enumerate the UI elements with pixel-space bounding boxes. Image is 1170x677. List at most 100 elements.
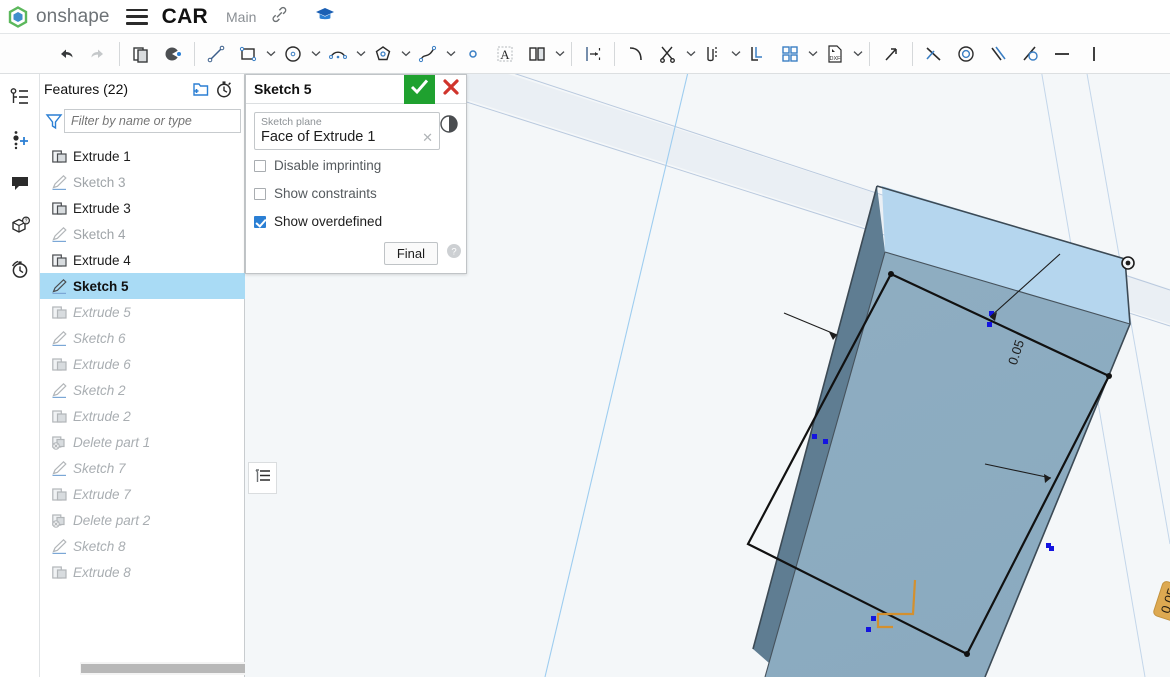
feature-row[interactable]: Delete part 2 [40,507,245,533]
circle-dropdown[interactable] [309,41,322,67]
delete-part-icon [48,434,70,451]
feature-row[interactable]: Extrude 1 [40,143,245,169]
dxf-import-tool[interactable]: DXF [819,34,851,74]
pattern-dropdown[interactable] [806,41,819,67]
comments-icon[interactable] [3,166,37,200]
feature-row[interactable]: Extrude 7 [40,481,245,507]
final-button[interactable]: Final [383,242,438,265]
features-horizontal-scroll-thumb[interactable] [81,664,258,673]
link-icon[interactable] [270,5,289,29]
feature-row[interactable]: Extrude 4 [40,247,245,273]
tangent-constraint[interactable] [1014,34,1046,74]
close-x-icon [442,78,460,101]
feature-row[interactable]: Extrude 6 [40,351,245,377]
paste-sketch-icon [160,41,186,67]
transform-tool[interactable] [875,34,907,74]
horizontal-constraint[interactable] [1046,34,1078,74]
feature-list-icon[interactable] [3,80,37,114]
mirror-dropdown[interactable] [553,41,566,67]
feature-row[interactable]: Sketch 3 [40,169,245,195]
vertical-constraint[interactable] [1078,34,1110,74]
onshape-logo-icon[interactable] [7,5,29,28]
show-constraints-checkbox[interactable] [254,187,266,200]
arc-dropdown[interactable] [354,41,367,67]
trim-dropdown[interactable] [684,41,697,67]
features-panel-header: Features (22) [40,74,244,104]
graduation-cap-icon[interactable] [315,5,335,28]
feature-label: Extrude 8 [73,564,131,580]
feature-label: Extrude 6 [73,356,131,372]
paste-button[interactable] [157,34,189,74]
extend-tool[interactable] [697,34,729,74]
feature-label: Sketch 7 [73,460,126,476]
pattern-tool[interactable] [774,34,806,74]
dxf-dropdown[interactable] [851,41,864,67]
svg-text:?: ? [451,247,456,258]
dimension-tool[interactable] [577,34,609,74]
feature-row[interactable]: Sketch 6 [40,325,245,351]
features-list[interactable]: Extrude 1 Sketch 3 Extrude 3 Sketch 4 Extrud… [40,143,245,613]
filter-funnel-icon[interactable] [44,111,64,131]
polygon-dropdown[interactable] [399,41,412,67]
polygon-tool[interactable] [367,34,399,74]
parts-icon[interactable]: ? [3,209,37,243]
undo-button[interactable] [50,34,82,74]
feature-row[interactable]: Extrude 5 [40,299,245,325]
concentric-constraint[interactable] [950,34,982,74]
clear-x-icon[interactable]: ✕ [422,130,433,146]
workspace-name[interactable]: Main [226,9,256,25]
show-overdefined-row[interactable]: Show overdefined [254,209,458,234]
feature-row[interactable]: Extrude 2 [40,403,245,429]
feature-row[interactable]: Sketch 7 [40,455,245,481]
parallel-constraint[interactable] [982,34,1014,74]
arc-tool[interactable] [322,34,354,74]
sketch-plane-field[interactable]: Sketch plane Face of Extrude 1 ✕ [254,112,440,150]
sketch-cancel-button[interactable] [435,75,466,104]
mirror-tool[interactable] [521,34,553,74]
rectangle-tool[interactable] [232,34,264,74]
line-tool[interactable] [200,34,232,74]
trim-scissors-icon [655,41,681,67]
rectangle-dropdown[interactable] [264,41,277,67]
hamburger-menu-icon[interactable] [125,8,148,25]
disable-imprinting-row[interactable]: Disable imprinting [254,153,458,178]
feature-row[interactable]: Extrude 8 [40,559,245,585]
document-title[interactable]: CAR [162,5,208,29]
offset-tool[interactable] [742,34,774,74]
help-circle-icon[interactable]: ? [446,243,462,264]
copy-button[interactable] [125,34,157,74]
feature-label: Extrude 7 [73,486,131,502]
feature-row[interactable]: Sketch 2 [40,377,245,403]
point-tool[interactable] [457,34,489,74]
redo-button[interactable] [82,34,114,74]
show-constraints-label: Show constraints [274,186,377,201]
circle-tool[interactable] [277,34,309,74]
trim-tool[interactable] [652,34,684,74]
feature-label: Extrude 1 [73,148,131,164]
history-icon[interactable] [3,252,37,286]
fillet-tool[interactable] [620,34,652,74]
spline-dropdown[interactable] [444,41,457,67]
feature-row[interactable]: Extrude 3 [40,195,245,221]
feature-row[interactable]: Delete part 1 [40,429,245,455]
text-tool[interactable]: A [489,34,521,74]
feature-row[interactable]: Sketch 8 [40,533,245,559]
sketch-accept-button[interactable] [404,74,435,104]
feature-row[interactable]: Sketch 5 [40,273,245,299]
circle-icon [280,41,306,67]
show-constraints-row[interactable]: Show constraints [254,181,458,206]
new-folder-icon[interactable] [188,77,212,101]
disable-imprinting-checkbox[interactable] [254,159,266,172]
sketch-plane-label: Sketch plane [261,116,322,128]
perpendicular-constraint[interactable] [918,34,950,74]
sketch-entities-list-button[interactable] [248,462,277,494]
show-overdefined-checkbox[interactable] [254,215,266,228]
sketch-history-icon[interactable] [438,113,460,135]
features-filter-input[interactable] [64,109,241,133]
spline-tool[interactable] [412,34,444,74]
add-version-icon[interactable] [3,123,37,157]
rollback-stopwatch-icon[interactable] [212,77,236,101]
feature-row[interactable]: Sketch 4 [40,221,245,247]
extend-dropdown[interactable] [729,41,742,67]
extrude-icon [48,564,70,581]
